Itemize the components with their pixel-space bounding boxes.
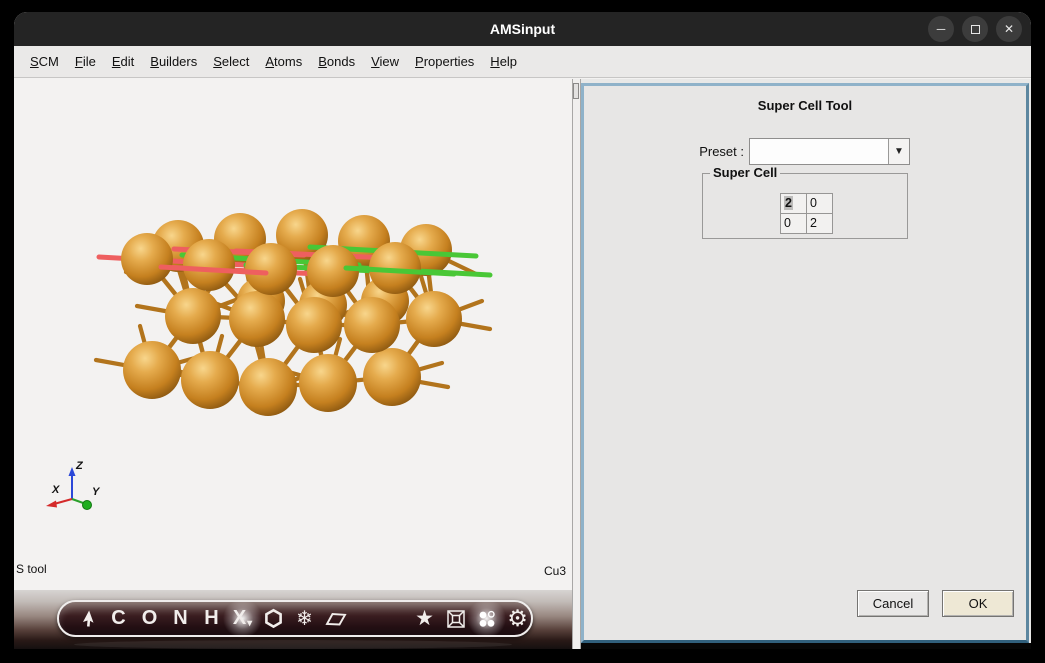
super-cell-group: Super Cell 2002 (702, 173, 908, 239)
element-x-button[interactable]: X▾ (227, 603, 258, 634)
axis-gizmo: Z X Y (40, 457, 110, 519)
main-area: ZXY S tool Cu3 CONHX▾❄★⚙ Super Cell Tool… (14, 79, 1031, 649)
menu-atoms[interactable]: Atoms (257, 46, 310, 77)
selected-atom-label: Cu3 (544, 564, 566, 578)
splitter-grip[interactable] (573, 83, 579, 99)
super-cell-tool-panel: Super Cell Tool Preset : ▼ Super Cell 20… (581, 83, 1029, 643)
menu-file[interactable]: File (67, 46, 104, 77)
panel-splitter[interactable] (572, 79, 581, 649)
element-toolbar: CONHX▾❄★⚙ (57, 600, 533, 637)
window-title: AMSinput (14, 12, 1031, 46)
close-button[interactable]: ✕ (996, 16, 1022, 42)
element-o-button[interactable]: O (134, 603, 165, 634)
matrix-cell-1-0[interactable]: 0 (780, 213, 807, 234)
menu-help[interactable]: Help (482, 46, 525, 77)
molecule-viewer[interactable]: ZXY S tool Cu3 CONHX▾❄★⚙ (14, 79, 572, 649)
favorites-tool-star-icon[interactable]: ★ (409, 603, 440, 634)
element-c-button[interactable]: C (103, 603, 134, 634)
preset-dropdown[interactable]: ▼ (749, 138, 910, 165)
settings-tool-gear-icon[interactable]: ⚙ (502, 603, 533, 634)
maximize-button[interactable] (962, 16, 988, 42)
svg-text:X: X (51, 484, 60, 496)
group-title: Super Cell (710, 165, 780, 180)
toolbar-deck: CONHX▾❄★⚙ (14, 590, 572, 649)
menu-edit[interactable]: Edit (104, 46, 142, 77)
window-controls: ─✕ (928, 16, 1022, 42)
maximize-icon (971, 25, 980, 34)
ok-button[interactable]: OK (942, 590, 1014, 617)
matrix-cell-0-1[interactable]: 0 (806, 193, 833, 214)
matrix-cell-1-1[interactable]: 2 (806, 213, 833, 234)
app-window: AMSinput ─✕ SCMFileEditBuildersSelectAto… (14, 12, 1031, 649)
svg-text:Y: Y (92, 486, 101, 498)
tool-panel-wrap: Super Cell Tool Preset : ▼ Super Cell 20… (581, 79, 1031, 649)
element-n-button[interactable]: N (165, 603, 196, 634)
dropdown-caret-icon: ▾ (247, 618, 252, 634)
dropdown-arrow-icon[interactable]: ▼ (888, 139, 909, 164)
toolbar-reflection (74, 640, 512, 649)
panel-title: Super Cell Tool (584, 98, 1026, 113)
menu-properties[interactable]: Properties (407, 46, 482, 77)
status-message: S tool (16, 562, 47, 576)
menu-view[interactable]: View (363, 46, 407, 77)
preset-value (750, 139, 888, 164)
preset-label: Preset : (624, 144, 744, 159)
pointer-tool-cursor-icon[interactable] (72, 603, 103, 634)
plane-tool-parallelogram-icon[interactable] (320, 603, 351, 634)
minimize-button[interactable]: ─ (928, 16, 954, 42)
ring-tool-hexagon-icon[interactable] (258, 603, 289, 634)
matrix-cell-0-0[interactable]: 2 (780, 193, 807, 214)
periodic-view-tool-dots-icon[interactable] (471, 603, 502, 634)
menu-bonds[interactable]: Bonds (310, 46, 363, 77)
menu-bar: SCMFileEditBuildersSelectAtomsBondsViewP… (14, 46, 1031, 78)
menu-scm[interactable]: SCM (22, 46, 67, 77)
menu-builders[interactable]: Builders (142, 46, 205, 77)
cancel-button[interactable]: Cancel (857, 590, 929, 617)
svg-text:Z: Z (75, 460, 84, 472)
super-cell-matrix: 2002 (780, 193, 832, 233)
title-bar: AMSinput ─✕ (14, 12, 1031, 46)
menu-select[interactable]: Select (205, 46, 257, 77)
structure-tool-snowflake-icon[interactable]: ❄ (289, 603, 320, 634)
